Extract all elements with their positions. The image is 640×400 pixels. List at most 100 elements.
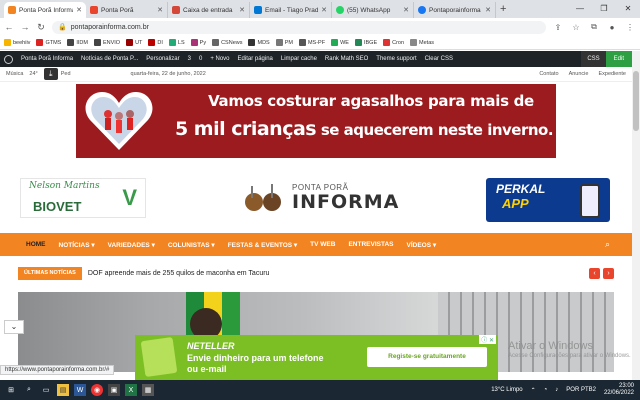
weather-widget[interactable]: 13°C Limpo — [491, 387, 522, 393]
bookmark-item[interactable]: Metas — [410, 39, 434, 46]
nav-festas-eventos[interactable]: FESTAS & EVENTOS ▾ — [228, 241, 297, 249]
reload-icon[interactable]: ↻ — [36, 22, 46, 33]
link-contato[interactable]: Contato — [539, 71, 558, 77]
campaign-banner[interactable]: Vamos costurar agasalhos para mais de 5 … — [76, 84, 556, 158]
tab-ponta-pora-informa[interactable]: Ponta Porã Informa ✕ — [4, 2, 86, 18]
network-icon[interactable]: ◔ — [544, 387, 548, 393]
volume-icon[interactable]: ♪ — [555, 387, 558, 393]
nav-entrevistas[interactable]: ENTREVISTAS — [348, 241, 393, 248]
search-icon[interactable]: ⌕ — [23, 384, 35, 396]
music-label[interactable]: Música — [6, 71, 23, 77]
collapse-icon[interactable]: ⌄ — [4, 320, 24, 334]
wp-clear-css[interactable]: Clear CSS — [425, 56, 453, 62]
bookmark-item[interactable]: IIDM — [67, 39, 88, 46]
bookmark-item[interactable]: CSNews — [212, 39, 242, 46]
biovet-ad[interactable]: Nelson Martins BIOVET V — [20, 178, 146, 218]
chrome-icon[interactable]: ◉ — [91, 384, 103, 396]
tab-facebook[interactable]: Pontaporainforma ✕ — [414, 2, 496, 18]
nav-videos[interactable]: VÍDEOS ▾ — [406, 241, 436, 249]
bookmark-item[interactable]: Cron — [383, 39, 404, 46]
tab-label: Ponta Porã — [101, 6, 134, 14]
bookmark-item[interactable]: DI — [148, 39, 163, 46]
menu-icon[interactable]: ⋮ — [624, 23, 636, 32]
close-tab-icon[interactable]: ✕ — [485, 6, 491, 14]
wp-theme-support[interactable]: Theme support — [376, 56, 416, 62]
bookmark-item[interactable]: MDS — [248, 39, 270, 46]
app-icon[interactable]: ▣ — [108, 384, 120, 396]
nav-noticias[interactable]: NOTÍCIAS ▾ — [59, 241, 95, 249]
bookmark-icon — [93, 39, 101, 46]
close-tab-icon[interactable]: ✕ — [76, 6, 82, 14]
star-icon[interactable]: ☆ — [570, 23, 582, 32]
tab-email[interactable]: Email - Tiago Prado ✕ — [250, 2, 332, 18]
wp-comments-count[interactable]: 0 — [199, 56, 202, 62]
nav-home[interactable]: HOME — [26, 241, 46, 248]
close-tab-icon[interactable]: ✕ — [157, 6, 163, 14]
excel-icon[interactable]: X — [125, 384, 137, 396]
link-anuncie[interactable]: Anuncie — [569, 71, 589, 77]
new-tab-button[interactable]: + — [500, 2, 506, 18]
wp-edit-page[interactable]: Editar página — [238, 56, 273, 62]
close-tab-icon[interactable]: ✕ — [403, 6, 409, 14]
task-view-icon[interactable]: ▭ — [40, 384, 52, 396]
share-label[interactable]: Ped — [61, 71, 71, 77]
clock[interactable]: 23:00 22/06/2022 — [604, 383, 634, 397]
neteller-ad[interactable]: NETELLER Envie dinheiro para um telefone… — [135, 335, 498, 380]
nav-variedades[interactable]: VARIEDADES ▾ — [108, 241, 155, 249]
wp-rank-math[interactable]: Rank Math SEO — [325, 56, 368, 62]
bookmark-item[interactable]: PM — [275, 39, 293, 46]
bookmark-item[interactable]: ENVIO — [93, 39, 120, 46]
perkal-app-ad[interactable]: PERKAL APP — [486, 178, 610, 222]
ticker-prev-button[interactable]: ‹ — [589, 268, 600, 279]
wp-new[interactable]: + Novo — [210, 56, 229, 62]
wp-clear-cache[interactable]: Limpar cache — [281, 56, 317, 62]
bookmark-item[interactable]: LS — [168, 39, 185, 46]
wp-updates-count[interactable]: 3 — [188, 56, 191, 62]
close-window-button[interactable]: ✕ — [616, 0, 640, 18]
wp-site-link[interactable]: Notícias de Ponta P... — [81, 56, 138, 62]
bookmark-item[interactable]: WE — [331, 39, 349, 46]
close-tab-icon[interactable]: ✕ — [321, 6, 327, 14]
tab-gmail[interactable]: Caixa de entrada ✕ — [168, 2, 250, 18]
css-button[interactable]: CSS — [581, 51, 606, 67]
wp-site-name[interactable]: Ponta Porã Informa — [21, 56, 73, 62]
back-icon[interactable]: ← — [4, 22, 14, 32]
bookmark-item[interactable]: IBGE — [354, 39, 377, 46]
register-button[interactable]: Registe-se gratuitamente — [367, 347, 487, 367]
tray-arrow-icon[interactable]: ⌃ — [531, 387, 536, 394]
site-logo[interactable]: PONTA PORÃ INFORMA — [240, 182, 399, 212]
bookmark-item[interactable]: Py — [190, 39, 206, 46]
link-expediente[interactable]: Expediente — [598, 71, 626, 77]
tab-whatsapp[interactable]: (55) WhatsApp ✕ — [332, 2, 414, 18]
tab-ponta-pora[interactable]: Ponta Porã ✕ — [86, 2, 168, 18]
page-scrollbar[interactable] — [632, 51, 640, 380]
bookmark-item[interactable]: MS-PF — [298, 39, 325, 46]
keyboard-language[interactable]: POR PTB2 — [566, 387, 596, 393]
app-icon[interactable]: ▦ — [142, 384, 154, 396]
scrollbar-thumb[interactable] — [633, 71, 639, 131]
ad-close-icon[interactable]: ⓘ ✕ — [479, 335, 496, 344]
bookmark-item[interactable]: GTMS — [36, 39, 61, 46]
edit-button[interactable]: Edit — [605, 51, 632, 67]
nav-colunistas[interactable]: COLUNISTAS ▾ — [168, 241, 215, 249]
windows-start-icon[interactable]: ⊞ — [4, 384, 18, 396]
minimize-button[interactable]: — — [568, 0, 592, 18]
forward-icon[interactable]: → — [20, 22, 30, 32]
nav-tv-web[interactable]: TV WEB — [310, 241, 335, 248]
close-tab-icon[interactable]: ✕ — [239, 6, 245, 14]
bookmark-item[interactable]: UT — [126, 39, 142, 46]
bookmark-item[interactable]: beehiiv — [4, 39, 30, 46]
url-input[interactable]: 🔒 pontaporainforma.com.br — [52, 20, 546, 34]
file-explorer-icon[interactable]: ▤ — [57, 384, 69, 396]
maximize-button[interactable]: ❐ — [592, 0, 616, 18]
share-icon[interactable]: ⇪ — [552, 23, 564, 32]
profile-icon[interactable]: ● — [606, 23, 618, 32]
word-icon[interactable]: W — [74, 384, 86, 396]
wordpress-icon[interactable] — [4, 54, 13, 64]
search-icon[interactable]: ⌕ — [605, 239, 610, 250]
ticker-headline[interactable]: DOF apreende mais de 255 quilos de macon… — [88, 270, 270, 277]
extensions-icon[interactable]: ⧉ — [588, 22, 600, 32]
ticker-next-button[interactable]: › — [603, 268, 614, 279]
download-icon[interactable]: ⤓ — [43, 68, 58, 80]
wp-customize[interactable]: Personalizar — [146, 56, 179, 62]
